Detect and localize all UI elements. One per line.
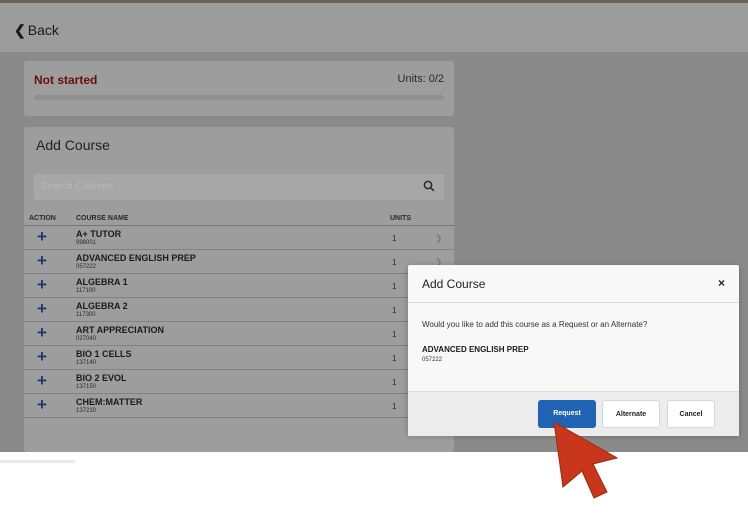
- add-course-title: Add Course: [36, 137, 110, 153]
- search-input[interactable]: Search Courses: [34, 174, 444, 200]
- add-icon[interactable]: +: [37, 228, 47, 245]
- column-course-name: COURSE NAME: [76, 215, 129, 222]
- course-code: 137210: [76, 408, 97, 414]
- dialog-title: Add Course: [422, 277, 486, 291]
- add-icon[interactable]: +: [37, 276, 47, 293]
- course-code: 117300: [76, 312, 96, 318]
- cancel-button[interactable]: Cancel: [667, 400, 715, 428]
- back-button[interactable]: ❮ Back: [14, 22, 59, 39]
- status-text: Not started: [34, 73, 98, 87]
- status-panel: Not started Units: 0/2: [24, 61, 454, 116]
- course-units: 1: [392, 354, 397, 363]
- table-row[interactable]: + ADVANCED ENGLISH PREP 057222 1 ❯: [24, 250, 454, 274]
- table-row[interactable]: + A+ TUTOR 998001 1 ❯: [24, 226, 454, 250]
- add-icon[interactable]: +: [37, 372, 47, 389]
- table-row[interactable]: +ART APPRECIATION0270401❯: [24, 322, 454, 346]
- course-name: BIO 2 EVOL: [76, 373, 127, 383]
- course-code: 117100: [76, 288, 96, 294]
- dialog-course-name: ADVANCED ENGLISH PREP: [422, 345, 529, 354]
- progress-bar: [34, 95, 444, 100]
- course-units: 1: [392, 402, 397, 411]
- column-units: UNITS: [390, 215, 411, 222]
- add-icon[interactable]: +: [37, 300, 47, 317]
- add-course-dialog: Add Course × Would you like to add this …: [408, 265, 739, 436]
- table-header: ACTION COURSE NAME UNITS: [24, 214, 454, 226]
- table-row[interactable]: +BIO 1 CELLS1371401❯: [24, 346, 454, 370]
- course-name: BIO 1 CELLS: [76, 349, 132, 359]
- table-row[interactable]: +CHEM:MATTER1372101❯: [24, 394, 454, 418]
- top-bar: ❮ Back: [0, 0, 748, 52]
- course-units: 1: [392, 306, 397, 315]
- course-name: ADVANCED ENGLISH PREP: [76, 253, 196, 263]
- chevron-right-icon[interactable]: ❯: [435, 233, 443, 244]
- add-icon[interactable]: +: [37, 348, 47, 365]
- course-code: 027040: [76, 336, 97, 342]
- search-icon[interactable]: [422, 179, 436, 193]
- course-units: 1: [392, 234, 397, 243]
- course-units: 1: [392, 282, 397, 291]
- table-row[interactable]: +BIO 2 EVOL1371501❯: [24, 370, 454, 394]
- add-course-panel: Add Course Search Courses ACTION COURSE …: [24, 127, 454, 452]
- back-label: Back: [27, 22, 59, 38]
- dialog-course-code: 057222: [422, 357, 443, 363]
- course-name: ALGEBRA 2: [76, 301, 128, 311]
- column-action: ACTION: [29, 215, 56, 222]
- search-placeholder: Search Courses: [41, 181, 113, 192]
- table-row[interactable]: +ALGEBRA 11171001❯: [24, 274, 454, 298]
- add-icon[interactable]: +: [37, 396, 47, 413]
- course-name: CHEM:MATTER: [76, 397, 143, 407]
- course-name: A+ TUTOR: [76, 229, 122, 239]
- units-count: Units: 0/2: [397, 73, 444, 85]
- add-icon[interactable]: +: [37, 252, 47, 269]
- course-name: ALGEBRA 1: [76, 277, 128, 287]
- course-list: + A+ TUTOR 998001 1 ❯ + ADVANCED ENGLISH PREP 0…: [24, 226, 454, 418]
- add-icon[interactable]: +: [37, 324, 47, 341]
- course-code: 057222: [76, 264, 97, 270]
- course-units: 1: [392, 378, 397, 387]
- pointer-cursor-icon: [553, 421, 619, 499]
- dialog-question: Would you like to add this course as a R…: [422, 320, 648, 329]
- dialog-header: Add Course ×: [408, 265, 739, 303]
- chevron-left-icon: ❮: [14, 22, 26, 38]
- course-units: 1: [392, 258, 397, 267]
- course-code: 998001: [76, 240, 97, 246]
- table-row[interactable]: +ALGEBRA 21173001❯: [24, 298, 454, 322]
- course-units: 1: [392, 330, 397, 339]
- close-icon[interactable]: ×: [718, 276, 725, 290]
- course-name: ART APPRECIATION: [76, 325, 165, 335]
- course-code: 137140: [76, 360, 97, 366]
- course-code: 137150: [76, 384, 97, 390]
- bottom-divider: [0, 460, 75, 463]
